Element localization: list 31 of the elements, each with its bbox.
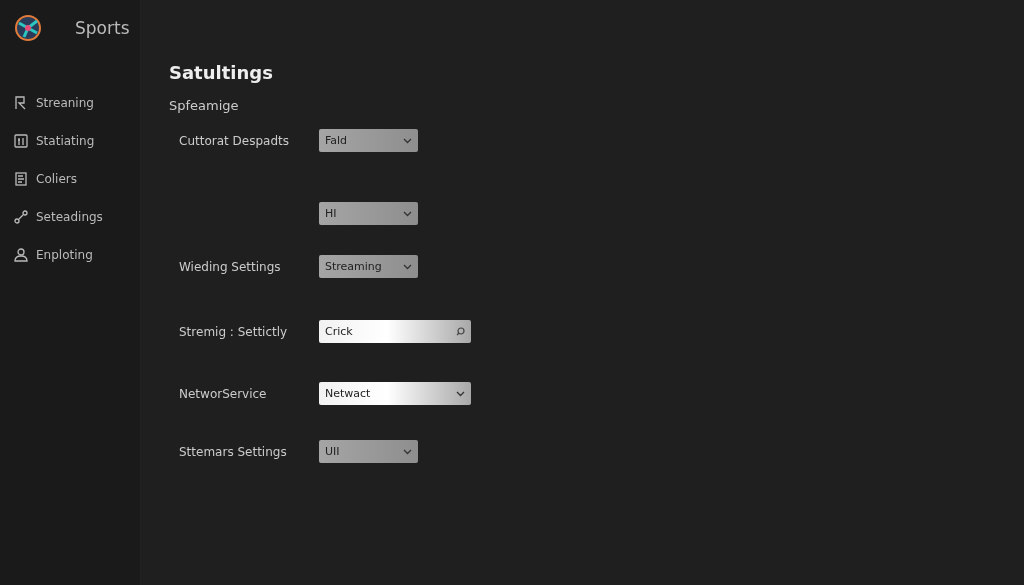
app-name: Sports (75, 18, 130, 38)
chevron-down-icon (456, 390, 465, 397)
sidebar-item[interactable]: Enploting (14, 245, 140, 264)
sidebar-item[interactable]: Streaning (14, 93, 140, 112)
setting-label: Wieding Settings (178, 259, 282, 274)
chevron-down-icon (403, 263, 412, 270)
setting-label: Cuttorat Despadts (178, 133, 290, 148)
logo-icon (15, 15, 41, 41)
panel-icon (14, 133, 28, 148)
link-icon (14, 209, 28, 224)
search-icon (456, 327, 465, 336)
search-field[interactable]: Crick (319, 320, 471, 343)
setting-label: Sttemars Settings (178, 444, 288, 459)
dropdown[interactable]: HI (319, 202, 418, 225)
chevron-down-icon (403, 137, 412, 144)
dropdown[interactable]: Fald (319, 129, 418, 152)
dropdown[interactable]: Netwact (319, 382, 471, 405)
setting-label: NetworService (178, 386, 268, 401)
dropdown[interactable]: Streaming (319, 255, 418, 278)
page-title: Satultings (169, 62, 274, 83)
dropdown[interactable]: UII (319, 440, 418, 463)
user-icon (14, 247, 28, 262)
sidebar-item[interactable]: Seteadings (14, 207, 140, 226)
chevron-down-icon (403, 210, 412, 217)
bracket-icon (14, 95, 28, 110)
document-icon (14, 171, 28, 186)
chevron-down-icon (403, 448, 412, 455)
setting-label: Stremig : Settictly (178, 324, 289, 339)
sidebar-item[interactable]: Statiating (14, 131, 140, 150)
sidebar-item[interactable]: Coliers (14, 169, 140, 188)
section-heading: Spfeamige (169, 98, 240, 113)
